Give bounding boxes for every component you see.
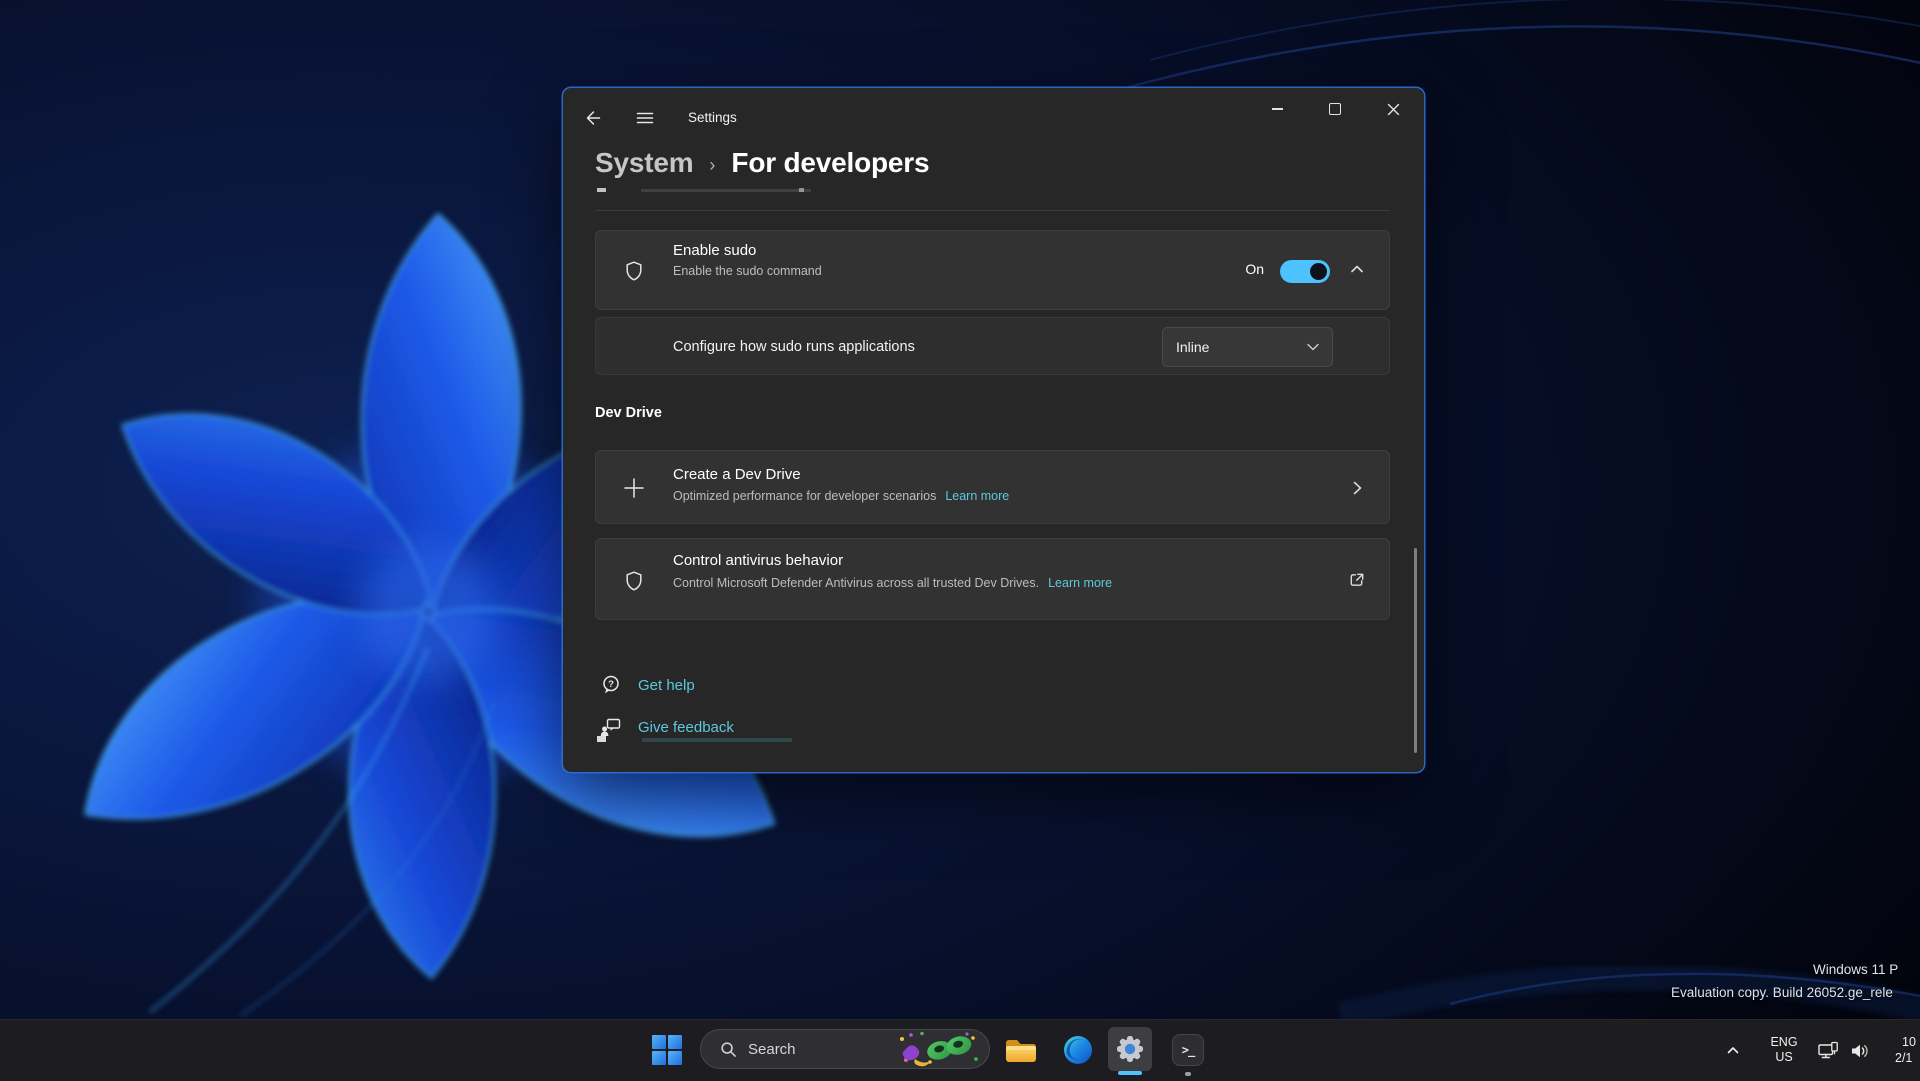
clock-time[interactable]: 10 [1902,1035,1916,1049]
search-icon [720,1041,737,1058]
enable-sudo-toggle[interactable] [1280,260,1330,283]
window-title: Settings [688,110,737,125]
control-antivirus-title: Control antivirus behavior [673,552,843,569]
minimize-button[interactable] [1248,90,1306,128]
get-help-label: Get help [638,677,695,694]
speaker-icon [1849,1040,1872,1062]
create-dev-drive-card[interactable]: Create a Dev Drive Optimized performance… [595,450,1390,524]
settings-button-active[interactable] [1108,1027,1152,1071]
control-antivirus-learn-more-link[interactable]: Learn more [1048,576,1112,590]
file-explorer-button[interactable] [999,1028,1043,1072]
dropdown-selected-value: Inline [1176,339,1209,355]
volume-button[interactable] [1845,1036,1875,1066]
control-antivirus-subtitle: Control Microsoft Defender Antivirus acr… [673,576,1039,590]
vertical-scrollbar[interactable] [1414,548,1417,753]
network-button[interactable] [1814,1036,1842,1066]
terminal-icon: >_ [1182,1043,1194,1057]
scrolled-content-remnant [597,736,606,742]
evaluation-watermark-line1: Windows 11 P [1813,962,1898,977]
get-help-link[interactable]: ? Get help [599,672,695,698]
help-bubble-icon: ? [599,673,623,697]
taskbar: Search [0,1019,1920,1081]
tray-overflow-button[interactable] [1718,1035,1748,1065]
scrolled-content-remnant [597,188,606,192]
chevron-up-icon[interactable] [1351,265,1363,273]
scrolled-content-remnant [642,738,792,742]
edge-button[interactable] [1056,1028,1100,1072]
svg-text:?: ? [608,679,614,690]
evaluation-watermark-line2: Evaluation copy. Build 26052.ge_rele [1671,985,1893,1000]
active-app-indicator [1118,1071,1142,1075]
section-divider [595,210,1390,211]
language-indicator[interactable]: ENG US [1758,1035,1810,1065]
settings-window: Settings System › For developers Enable … [563,88,1424,772]
close-button[interactable] [1364,90,1422,128]
language-line2: US [1758,1050,1810,1065]
desktop: { "colors": { "accent_toggle": "#4cc2ff"… [0,0,1920,1080]
configure-sudo-label: Configure how sudo runs applications [673,318,915,376]
shield-icon [622,569,646,593]
start-button[interactable] [645,1028,689,1072]
maximize-button[interactable] [1306,90,1364,128]
gear-icon [1116,1035,1144,1063]
chevron-up-icon [1726,1045,1740,1055]
create-dev-drive-title: Create a Dev Drive [673,466,801,483]
toggle-state-label: On [1218,261,1264,277]
breadcrumb-system[interactable]: System [595,147,693,179]
configure-sudo-card: Configure how sudo runs applications Inl… [595,317,1390,375]
give-feedback-label: Give feedback [638,719,734,736]
enable-sudo-subtitle: Enable the sudo command [673,264,822,278]
minimize-icon [1272,108,1283,110]
caption-controls [1248,90,1422,128]
dev-drive-section-header: Dev Drive [595,405,662,421]
enable-sudo-card[interactable]: Enable sudo Enable the sudo command On [595,230,1390,310]
shield-icon [622,259,646,283]
search-placeholder: Search [748,1041,897,1058]
toggle-knob [1310,263,1327,280]
maximize-icon [1329,103,1341,115]
language-line1: ENG [1758,1035,1810,1050]
plus-icon [623,477,645,499]
open-external-icon [1347,570,1367,590]
back-arrow-icon [583,108,603,128]
breadcrumb-separator-icon: › [709,155,715,176]
nav-menu-button[interactable] [629,104,661,132]
search-box[interactable]: Search [700,1029,990,1069]
breadcrumb: System › For developers [595,142,929,184]
scrolled-content-remnant [799,188,804,192]
create-dev-drive-learn-more-link[interactable]: Learn more [945,489,1009,503]
windows-logo-icon [652,1035,682,1065]
chevron-down-icon [1307,343,1319,351]
chevron-right-icon [1353,481,1362,495]
enable-sudo-title: Enable sudo [673,242,756,259]
search-highlight-mask-icon [897,1030,981,1068]
terminal-button[interactable]: >_ [1172,1034,1204,1066]
control-antivirus-card[interactable]: Control antivirus behavior Control Micro… [595,538,1390,620]
give-feedback-link[interactable]: Give feedback [599,714,734,740]
create-dev-drive-subtitle: Optimized performance for developer scen… [673,489,936,503]
hamburger-icon [636,109,654,127]
clock-date[interactable]: 2/1 [1895,1051,1912,1065]
page-title: For developers [731,147,929,179]
file-explorer-icon [1004,1035,1038,1065]
scrolled-content-remnant [641,189,811,192]
back-button[interactable] [577,104,609,132]
edge-icon [1062,1034,1094,1066]
sudo-mode-dropdown[interactable]: Inline [1162,327,1333,367]
running-app-indicator [1185,1072,1191,1076]
network-icon [1817,1040,1840,1062]
close-icon [1387,103,1400,116]
